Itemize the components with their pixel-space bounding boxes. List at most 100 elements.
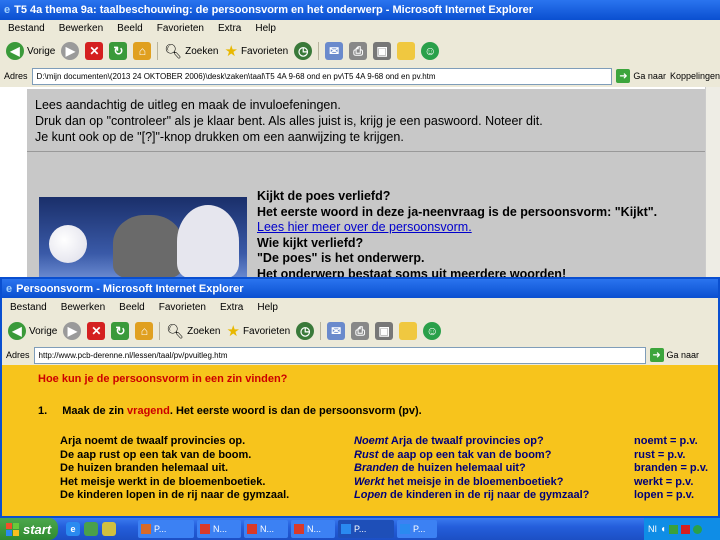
question-rest: de huizen helemaal uit?	[398, 462, 526, 474]
stop-icon[interactable]: ✕	[85, 42, 104, 60]
system-tray: NI ◖	[644, 518, 720, 540]
mail-icon[interactable]: ✉	[325, 42, 344, 60]
ie-icon: e	[6, 282, 13, 295]
front-page-content: Hoe kun je de persoonsvorm in een zin vi…	[2, 365, 718, 516]
print-icon[interactable]: ⎙	[351, 322, 370, 340]
desktop-quicklaunch-icon[interactable]	[84, 522, 98, 536]
back-browser-window: e T5 4a thema 9a: taalbeschouwing: de pe…	[0, 0, 720, 278]
question-sentence: Werkt het meisje in de bloemenboetiek?	[354, 476, 563, 490]
language-indicator[interactable]: NI	[648, 524, 657, 534]
network-icon[interactable]	[669, 524, 679, 534]
history-icon[interactable]: ◷	[294, 42, 313, 60]
refresh-icon[interactable]: ↻	[111, 322, 130, 340]
search-button[interactable]: 🔍︎ Zoeken	[164, 43, 218, 60]
task-button[interactable]: N...	[197, 520, 241, 538]
menu-extra[interactable]: Extra	[220, 302, 243, 313]
step-text: Maak de zin vragend. Het eerste woord is…	[62, 405, 422, 417]
address-input[interactable]: http://www.pcb-derenne.nl/lessen/taal/pv…	[33, 346, 646, 364]
question-verb: Branden	[354, 462, 399, 474]
menu-bewerken[interactable]: Bewerken	[61, 302, 105, 313]
favorites-button[interactable]: ★ Favorieten	[225, 42, 289, 60]
tabby-cat-icon	[113, 215, 183, 278]
lesson-line: "De poes" is het onderwerp.	[257, 251, 425, 265]
front-browser-window: e Persoonsvorm - Microsoft Internet Expl…	[0, 277, 720, 518]
persoonsvorm-link[interactable]: Lees hier meer over de persoonsvorm.	[257, 220, 657, 236]
back-window-titlebar[interactable]: e T5 4a thema 9a: taalbeschouwing: de pe…	[0, 0, 720, 20]
back-button[interactable]: ◀ Vorige	[8, 322, 57, 340]
moon-icon	[49, 225, 87, 263]
mail-icon[interactable]: ✉	[327, 322, 346, 340]
refresh-icon[interactable]: ↻	[109, 42, 128, 60]
ie-icon	[341, 524, 351, 534]
ie-icon: e	[4, 4, 11, 16]
statement-sentence: De kinderen lopen in de rij naar de gymz…	[60, 489, 290, 501]
search-button[interactable]: 🔍︎ Zoeken	[166, 323, 220, 340]
ie-quicklaunch-icon[interactable]: e	[66, 522, 80, 536]
app-icon	[247, 524, 257, 534]
front-window-title: Persoonsvorm - Microsoft Internet Explor…	[16, 282, 244, 295]
media-quicklaunch-icon[interactable]	[102, 522, 116, 536]
step-number: 1.	[38, 405, 48, 417]
task-button[interactable]: N...	[291, 520, 335, 538]
menu-beeld[interactable]: Beeld	[117, 23, 143, 34]
question-verb: Werkt	[354, 475, 385, 488]
app-icon	[294, 524, 304, 534]
task-button[interactable]: P...	[397, 520, 437, 538]
stop-icon[interactable]: ✕	[87, 322, 106, 340]
menu-help[interactable]: Help	[257, 302, 278, 313]
toolbar-separator	[318, 42, 320, 60]
history-icon[interactable]: ◷	[296, 322, 315, 340]
lesson-line: Kijkt de poes verliefd?	[257, 189, 391, 203]
question-rest: de kinderen in de rij naar de gymzaal?	[387, 489, 590, 501]
task-button[interactable]: P...	[138, 520, 194, 538]
question-rest: Arja de twaalf provincies op?	[388, 435, 544, 447]
app-icon	[200, 524, 210, 534]
front-window-titlebar[interactable]: e Persoonsvorm - Microsoft Internet Expl…	[2, 279, 718, 298]
menu-beeld[interactable]: Beeld	[119, 302, 145, 313]
messenger-tray-icon[interactable]	[693, 524, 703, 534]
menu-extra[interactable]: Extra	[218, 23, 241, 34]
example-row: Het meisje werkt in de bloemenboetiek. We…	[2, 476, 718, 490]
edit-icon[interactable]: ▣	[375, 322, 394, 340]
back-scrollbar[interactable]	[705, 87, 720, 278]
menu-help[interactable]: Help	[255, 23, 276, 34]
forward-arrow-icon[interactable]: ▶	[63, 322, 82, 340]
messenger-icon[interactable]: ☺	[421, 42, 440, 60]
address-input[interactable]: D:\mijn documenten\(2013 24 OKTOBER 2006…	[31, 67, 613, 85]
answer-pv: noemt = p.v.	[634, 435, 698, 447]
home-icon[interactable]: ⌂	[135, 322, 154, 340]
task-button[interactable]: N...	[244, 520, 288, 538]
menu-bewerken[interactable]: Bewerken	[59, 23, 103, 34]
task-button[interactable]: P...	[338, 520, 394, 538]
forward-arrow-icon[interactable]: ▶	[61, 42, 80, 60]
lesson-line: Wie kijkt verliefd?	[257, 235, 364, 250]
question-rest: de aap op een tak van de boom?	[378, 448, 552, 461]
back-button[interactable]: ◀ Vorige	[6, 42, 55, 60]
folder-icon[interactable]	[397, 42, 416, 60]
favorites-button[interactable]: ★ Favorieten	[227, 322, 291, 340]
example-row: De aap rust op een tak van de boom. Rust …	[2, 449, 718, 463]
start-label: start	[23, 521, 52, 537]
instructions-block: Lees aandachtig de uitleg en maak de inv…	[27, 89, 705, 145]
security-icon[interactable]	[681, 524, 691, 534]
menu-favorieten[interactable]: Favorieten	[157, 23, 204, 34]
messenger-icon[interactable]: ☺	[423, 322, 442, 340]
edit-icon[interactable]: ▣	[373, 42, 392, 60]
question-rest: het meisje in de bloemenboetiek?	[384, 475, 564, 488]
step-keyword: vragend	[127, 405, 170, 417]
menu-bestand[interactable]: Bestand	[8, 23, 45, 34]
menu-favorieten[interactable]: Favorieten	[159, 302, 206, 313]
front-menubar: Bestand Bewerken Beeld Favorieten Extra …	[2, 298, 718, 316]
start-button[interactable]: start	[0, 518, 58, 540]
home-icon[interactable]: ⌂	[133, 42, 152, 60]
links-label[interactable]: Koppelingen	[670, 71, 720, 81]
lesson-line: Het eerste woord in deze ja-neenvraag is…	[257, 204, 658, 219]
go-button[interactable]: ➜ Ga naar	[649, 348, 699, 362]
print-icon[interactable]: ⎙	[349, 42, 368, 60]
cats-moon-image	[39, 197, 247, 278]
go-button[interactable]: ➜ Ga naar	[616, 69, 666, 83]
volume-icon[interactable]: ◖	[660, 524, 666, 535]
menu-bestand[interactable]: Bestand	[10, 302, 47, 313]
back-window-title: T5 4a thema 9a: taalbeschouwing: de pers…	[14, 4, 534, 16]
folder-icon[interactable]	[399, 322, 418, 340]
